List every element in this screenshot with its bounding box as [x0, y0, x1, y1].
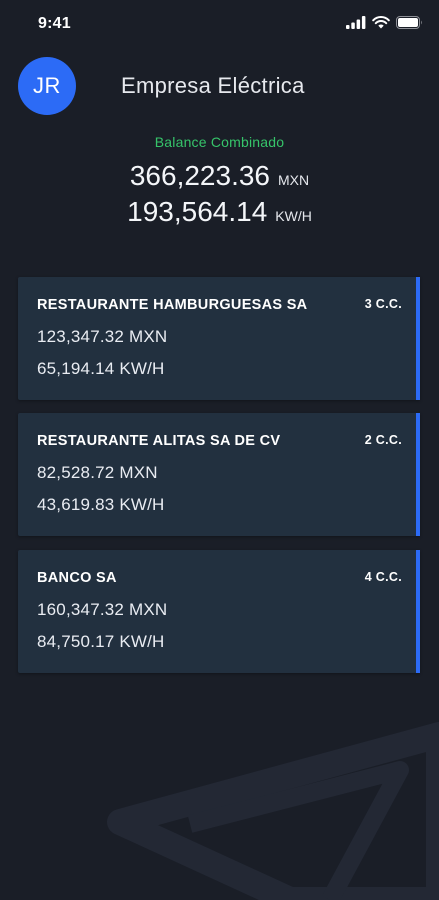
balance-energy-amount: 193,564.14 [127, 196, 268, 227]
account-money: 160,347.32 MXN [37, 600, 168, 619]
balance-label: Balance Combinado [154, 134, 285, 150]
card-accent-bar [416, 550, 420, 673]
account-card[interactable]: RESTAURANTE ALITAS SA DE CV 2 C.C. 82,52… [18, 413, 420, 536]
avatar[interactable]: JR [18, 57, 76, 115]
account-energy: 43,619.83 KW/H [37, 495, 165, 514]
balance-money-unit: MXN [278, 172, 310, 188]
account-card[interactable]: RESTAURANTE HAMBURGUESAS SA 3 C.C. 123,3… [18, 277, 420, 400]
battery-icon [396, 16, 422, 29]
company-name: Empresa Eléctrica [121, 73, 305, 98]
avatar-initials: JR [33, 73, 61, 98]
wifi-icon [372, 16, 390, 29]
balance-energy-row: 193,564.14 KW/H [0, 196, 439, 228]
account-name: RESTAURANTE ALITAS SA DE CV [37, 433, 281, 449]
account-cc-count: 3 C.C. [364, 297, 402, 311]
card-accent-bar [416, 277, 420, 400]
account-cc-count: 2 C.C. [364, 433, 402, 447]
balance-money-amount: 366,223.36 [129, 160, 270, 191]
account-name: RESTAURANTE HAMBURGUESAS SA [37, 297, 308, 313]
account-money: 82,528.72 MXN [37, 463, 158, 482]
account-card[interactable]: BANCO SA 4 C.C. 160,347.32 MXN 84,750.17… [18, 550, 420, 673]
card-accent-bar [416, 413, 420, 536]
status-time: 9:41 [38, 15, 71, 32]
account-energy: 65,194.14 KW/H [37, 359, 165, 378]
balance-energy-unit: KW/H [275, 208, 312, 224]
status-icons [346, 16, 423, 29]
account-cc-count: 4 C.C. [364, 570, 402, 584]
account-energy: 84,750.17 KW/H [37, 632, 165, 651]
status-bar: 9:41 [0, 0, 439, 50]
balance-money-row: 366,223.36 MXN [0, 160, 439, 192]
signal-icon [346, 16, 366, 29]
account-name: BANCO SA [37, 570, 117, 586]
account-money: 123,347.32 MXN [37, 327, 168, 346]
